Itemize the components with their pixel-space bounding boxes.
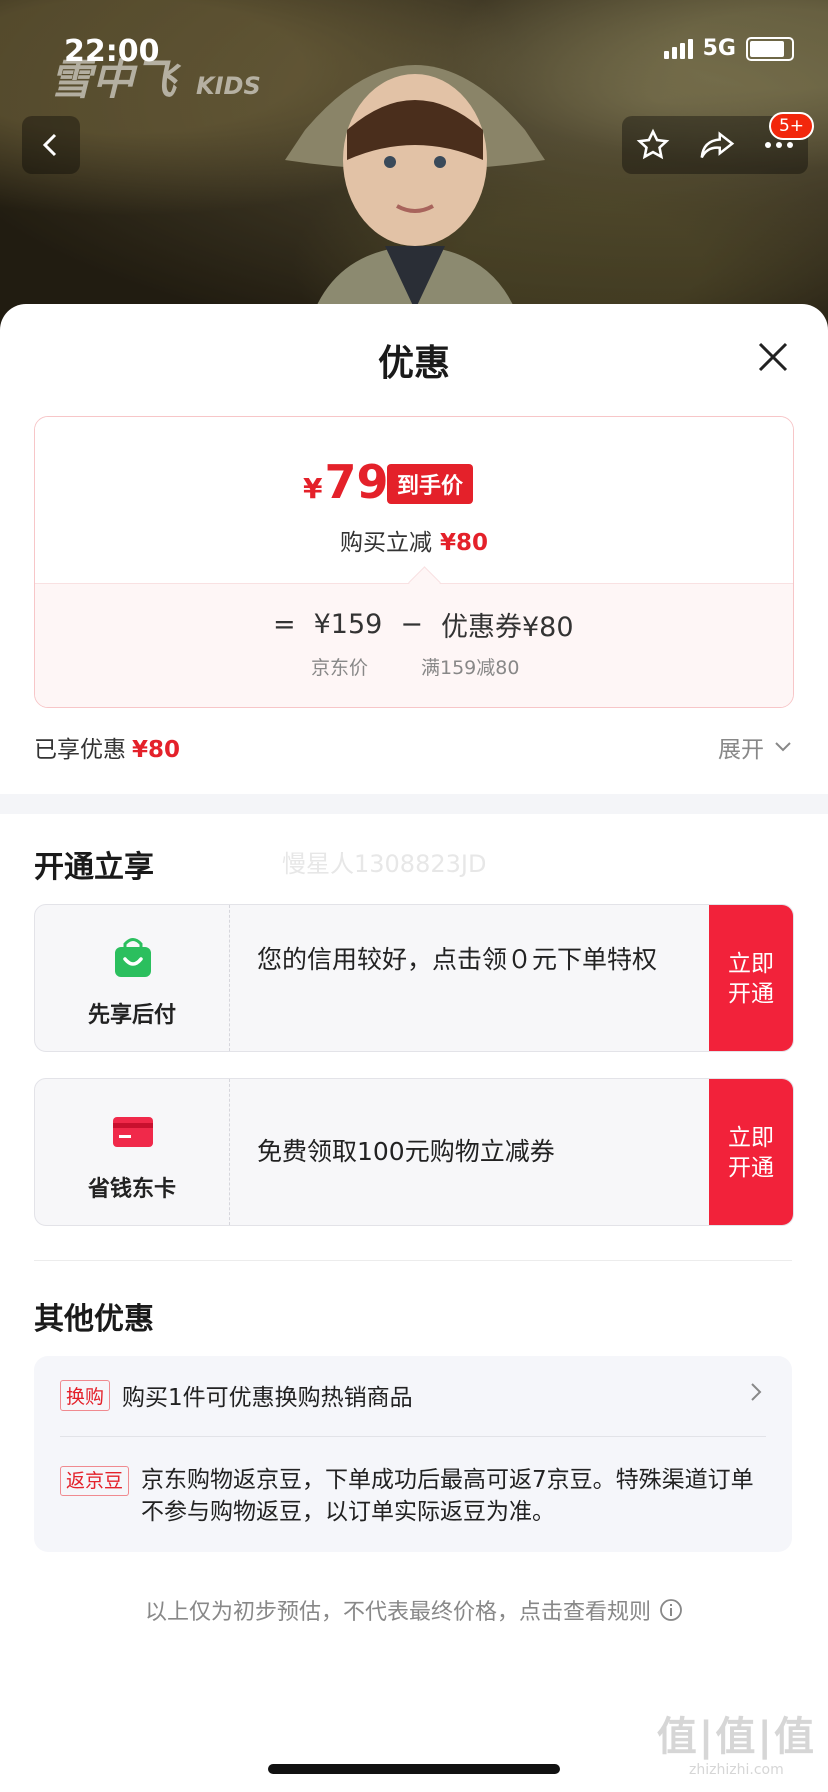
- signal-icon: [663, 38, 693, 59]
- jd-price-label: 京东价: [311, 657, 369, 679]
- chevron-down-icon: [775, 742, 791, 752]
- chevron-right-icon[interactable]: [750, 1382, 762, 1402]
- offer-description: 免费领取100元购物立减券: [257, 1137, 555, 1166]
- trade-in-offer[interactable]: 换购 购买1件可优惠换购热销商品: [60, 1378, 413, 1412]
- currency-symbol: ¥: [303, 472, 323, 505]
- status-indicators: 5G: [663, 36, 794, 61]
- enjoyed-discount: 已享优惠 ¥80: [34, 730, 180, 764]
- row-divider: [60, 1436, 766, 1437]
- battery-icon: [746, 36, 794, 61]
- rules-note-text: 以上仅为初步预估，不代表最终价格，点击查看规则: [144, 1600, 651, 1625]
- offer-tag: 换购: [60, 1379, 111, 1411]
- offer-brand: 省钱东卡: [35, 1079, 230, 1225]
- offer-name: 省钱东卡: [87, 1177, 176, 1202]
- offer-brand: 先享后付: [35, 905, 230, 1051]
- child-model-illustration: [285, 65, 545, 330]
- activate-button[interactable]: 立即 开通: [709, 905, 793, 1051]
- info-icon[interactable]: [659, 1598, 683, 1622]
- site-watermark: 值|值|值 zhizhizhi.com: [657, 1704, 816, 1778]
- section-divider: [0, 794, 828, 814]
- offer-card-saving-card[interactable]: 省钱东卡 免费领取100元购物立减券 立即 开通: [34, 1078, 794, 1226]
- star-icon[interactable]: [636, 128, 670, 162]
- enjoyed-discount-label: 已享优惠: [34, 737, 126, 763]
- open-section-title: 开通立享: [34, 850, 154, 885]
- chevron-left-icon: [42, 133, 57, 157]
- rules-note[interactable]: 以上仅为初步预估，不代表最终价格，点击查看规则: [0, 1594, 828, 1626]
- instant-discount-label: 购买立减: [339, 530, 432, 556]
- brand-logo-sub: KIDS: [196, 72, 261, 100]
- expand-label: 展开: [718, 737, 764, 763]
- back-button[interactable]: [22, 116, 80, 174]
- activate-button[interactable]: 立即 开通: [709, 1079, 793, 1225]
- offer-name: 先享后付: [87, 1003, 176, 1028]
- card-icon: [113, 1117, 153, 1147]
- minus-sign: −: [400, 609, 423, 640]
- network-type: 5G: [702, 36, 736, 61]
- enjoyed-discount-value: ¥80: [132, 737, 181, 763]
- site-watermark-logo: 值|值|值: [656, 1714, 816, 1760]
- shopping-bag-icon: [115, 938, 151, 977]
- final-price-amount: 79: [324, 455, 389, 509]
- offer-tag: 返京豆: [60, 1466, 130, 1496]
- product-image: 雪中飞 KIDS 22:00 5G 5+: [0, 0, 828, 330]
- coupon-amount: 优惠券¥80: [440, 612, 574, 643]
- jd-price: ¥159: [313, 609, 383, 640]
- coupon-rule: 满159减80: [421, 657, 520, 679]
- instant-discount-value: ¥80: [439, 530, 488, 556]
- notification-badge: 5+: [768, 112, 814, 140]
- jd-bean-offer: 返京豆 京东购物返京豆，下单成功后最高可返7京豆。特殊渠道订单不参与购物返豆，以…: [60, 1464, 766, 1528]
- offer-card-pay-later[interactable]: 先享后付 您的信用较好，点击领０元下单特权 立即 开通: [34, 904, 794, 1052]
- close-icon[interactable]: [756, 340, 790, 374]
- other-offers-list: 换购 购买1件可优惠换购热销商品 返京豆 京东购物返京豆，下单成功后最高可返7京…: [34, 1356, 792, 1552]
- offer-description: 您的信用较好，点击领０元下单特权: [257, 945, 658, 974]
- final-price: ¥ 79: [303, 455, 389, 509]
- final-price-tag: 到手价: [387, 464, 474, 504]
- instant-discount: 购买立减 ¥80: [35, 523, 793, 557]
- other-section-title: 其他优惠: [34, 1302, 154, 1337]
- price-calculation: [35, 583, 793, 707]
- price-formula: = ¥159 − 优惠券¥80: [273, 605, 574, 644]
- offer-text: 购买1件可优惠换购热销商品: [122, 1385, 413, 1411]
- site-watermark-url: zhizhizhi.com: [689, 1762, 784, 1778]
- user-watermark: 慢星人1308823JD: [282, 850, 487, 878]
- more-icon[interactable]: [764, 140, 794, 150]
- discount-sheet: 优惠 ¥ 79 到手价 购买立减 ¥80 = ¥159 − 优惠券¥80 京东价 …: [0, 304, 828, 1792]
- equals-sign: =: [273, 609, 296, 640]
- share-icon[interactable]: [699, 128, 735, 162]
- sheet-title: 优惠: [377, 343, 450, 384]
- offer-text: 京东购物返京豆，下单成功后最高可返7京豆。特殊渠道订单不参与购物返豆，以订单实际…: [141, 1467, 754, 1525]
- expand-button[interactable]: 展开: [718, 730, 792, 764]
- divider: [34, 1260, 792, 1261]
- home-indicator[interactable]: [268, 1764, 560, 1774]
- status-time: 22:00: [64, 34, 160, 69]
- price-breakdown-card: ¥ 79 到手价 购买立减 ¥80 = ¥159 − 优惠券¥80 京东价 满15…: [34, 416, 794, 708]
